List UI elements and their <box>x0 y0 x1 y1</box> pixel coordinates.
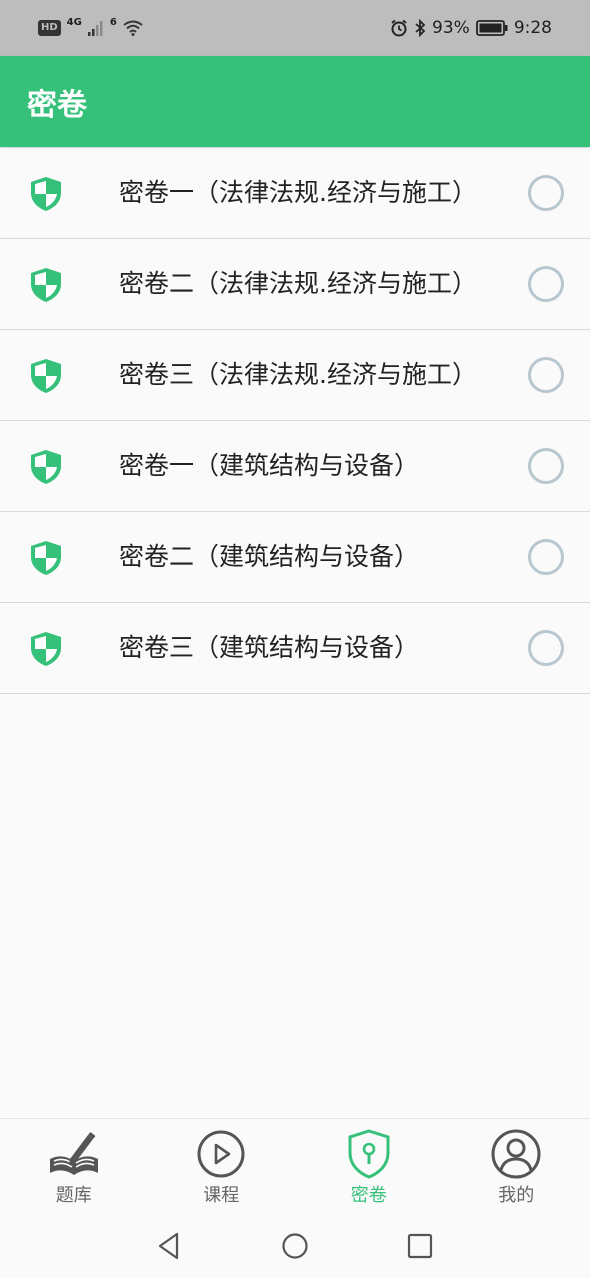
recents-icon[interactable] <box>405 1231 435 1261</box>
page-title: 密卷 <box>27 87 87 123</box>
list-item[interactable]: 密卷一（建筑结构与设备） <box>0 421 590 512</box>
status-left: HD 4G 6 <box>38 16 143 36</box>
status-right: 93% 9:28 <box>390 18 552 38</box>
bottom-nav: 题库 课程 密卷 我的 <box>0 1118 590 1212</box>
list-item-label: 密卷三（建筑结构与设备） <box>119 633 420 662</box>
battery-percent: 93% <box>432 18 470 38</box>
play-circle-icon <box>197 1130 245 1178</box>
app-bar: 密卷 <box>0 56 590 147</box>
back-icon[interactable] <box>155 1231 185 1261</box>
status-bar: HD 4G 6 93% 9:28 <box>0 0 590 56</box>
list-item[interactable]: 密卷二（法律法规.经济与施工） <box>0 239 590 330</box>
radio-button[interactable] <box>528 357 564 393</box>
shield-check-icon <box>31 177 61 211</box>
shield-check-icon <box>31 450 61 484</box>
paper-list: 密卷一（法律法规.经济与施工） 密卷二（法律法规.经济与施工） 密卷三（法律法规… <box>0 148 590 694</box>
nav-item-secret-papers[interactable]: 密卷 <box>295 1119 443 1212</box>
nav-item-courses[interactable]: 课程 <box>148 1119 296 1212</box>
shield-check-icon <box>31 541 61 575</box>
person-circle-icon <box>491 1129 541 1179</box>
wifi-badge-label: 6 <box>109 16 117 28</box>
nav-label: 密卷 <box>350 1185 387 1206</box>
nav-label: 题库 <box>55 1185 92 1206</box>
wifi-icon <box>123 20 143 36</box>
battery-icon <box>475 20 508 36</box>
radio-button[interactable] <box>528 539 564 575</box>
alarm-icon <box>391 19 407 37</box>
shield-check-icon <box>31 268 61 302</box>
clock-time: 9:28 <box>513 18 552 38</box>
hd-badge: HD <box>38 20 61 36</box>
list-item-label: 密卷二（建筑结构与设备） <box>119 542 420 571</box>
signal-icon <box>87 21 103 36</box>
radio-button[interactable] <box>528 175 564 211</box>
radio-button[interactable] <box>528 266 564 302</box>
shield-check-icon <box>31 359 61 393</box>
bluetooth-icon <box>415 19 426 37</box>
list-item[interactable]: 密卷三（法律法规.经济与施工） <box>0 330 590 421</box>
network-type-label: 4G <box>66 16 82 28</box>
list-item[interactable]: 密卷二（建筑结构与设备） <box>0 512 590 603</box>
shield-check-icon <box>31 632 61 666</box>
home-icon[interactable] <box>280 1231 310 1261</box>
list-item[interactable]: 密卷一（法律法规.经济与施工） <box>0 148 590 239</box>
nav-item-profile[interactable]: 我的 <box>443 1119 590 1212</box>
book-pencil-icon <box>49 1132 98 1175</box>
list-item-label: 密卷二（法律法规.经济与施工） <box>119 269 477 298</box>
list-item-label: 密卷三（法律法规.经济与施工） <box>119 360 477 389</box>
nav-label: 课程 <box>203 1185 240 1206</box>
nav-item-question-bank[interactable]: 题库 <box>0 1119 148 1212</box>
radio-button[interactable] <box>528 630 564 666</box>
shield-lock-icon <box>348 1129 390 1179</box>
list-item-label: 密卷一（法律法规.经济与施工） <box>119 178 477 207</box>
list-item-label: 密卷一（建筑结构与设备） <box>119 451 420 480</box>
system-nav-bar <box>0 1211 590 1278</box>
list-item[interactable]: 密卷三（建筑结构与设备） <box>0 603 590 694</box>
nav-label: 我的 <box>498 1185 535 1206</box>
radio-button[interactable] <box>528 448 564 484</box>
